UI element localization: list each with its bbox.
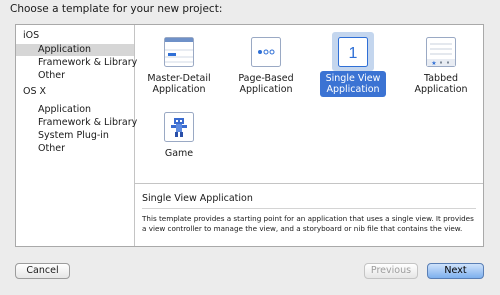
header-title: Choose a template for your new project: <box>10 3 223 15</box>
sidebar-item-ios-application[interactable]: Application <box>16 44 134 56</box>
template-game[interactable]: Game <box>141 104 217 178</box>
sidebar-item-osx-other[interactable]: Other <box>16 143 134 155</box>
template-label: Single View Application <box>320 71 386 97</box>
template-single-view[interactable]: 1 Single View Application <box>315 29 391 103</box>
template-page-based[interactable]: Page-Based Application <box>228 29 304 103</box>
template-label: Game <box>164 148 194 159</box>
description-divider <box>142 208 476 209</box>
master-detail-icon <box>164 37 194 67</box>
cancel-button[interactable]: Cancel <box>15 263 70 279</box>
svg-text:★: ★ <box>431 60 436 67</box>
svg-text:1: 1 <box>349 45 358 62</box>
template-label: Master-Detail Application <box>147 73 211 95</box>
template-tabbed[interactable]: ★ Tabbed Application <box>403 29 479 103</box>
sidebar-item-ios-framework-library[interactable]: Framework & Library <box>16 57 137 69</box>
template-label: Page-Based Application <box>238 73 294 95</box>
template-label: Tabbed Application <box>414 73 468 95</box>
sidebar-group-osx[interactable]: OS X <box>16 86 134 98</box>
page-based-icon <box>251 37 281 67</box>
previous-button[interactable]: Previous <box>364 263 418 279</box>
template-description: Single View Application This template pr… <box>135 183 483 247</box>
category-sidebar: iOS Application Framework & Library Othe… <box>16 25 137 246</box>
sidebar-group-ios[interactable]: iOS <box>16 30 134 42</box>
sidebar-item-ios-other[interactable]: Other <box>16 70 134 82</box>
next-button[interactable]: Next <box>427 263 484 279</box>
template-gallery: Master-Detail Application Page-Based App… <box>135 25 483 183</box>
sidebar-item-osx-framework-library[interactable]: Framework & Library <box>16 117 137 129</box>
single-view-icon: 1 <box>338 37 368 67</box>
template-master-detail[interactable]: Master-Detail Application <box>141 29 217 103</box>
template-chooser-panel: iOS Application Framework & Library Othe… <box>15 24 484 247</box>
tabbed-icon: ★ <box>426 37 456 67</box>
description-title: Single View Application <box>142 193 253 204</box>
sidebar-item-osx-application[interactable]: Application <box>16 104 134 116</box>
description-body: This template provides a starting point … <box>142 214 474 233</box>
game-icon <box>164 112 194 142</box>
sidebar-item-osx-system-plugin[interactable]: System Plug-in <box>16 130 134 142</box>
